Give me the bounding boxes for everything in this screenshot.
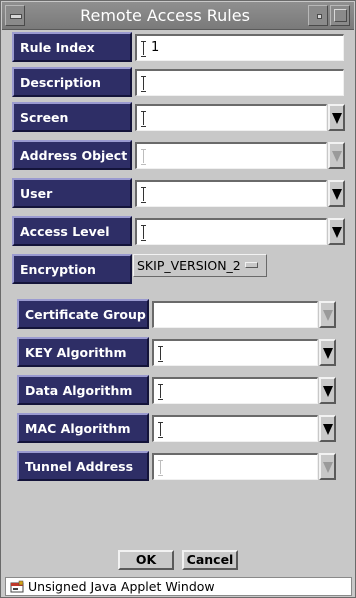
certificate-group-field[interactable] <box>152 301 318 328</box>
mac-algorithm-label: MAC Algorithm <box>17 413 149 443</box>
data-algorithm-field[interactable] <box>152 377 318 404</box>
encryption-option-menu[interactable]: SKIP_VERSION_2 <box>133 254 267 277</box>
mac-algorithm-row: MAC Algorithm <box>17 413 337 443</box>
chevron-down-icon <box>323 310 333 321</box>
certificate-group-dropdown-button[interactable] <box>319 301 336 328</box>
encryption-label: Encryption <box>12 254 132 284</box>
encryption-selected-value: SKIP_VERSION_2 <box>137 258 241 273</box>
applet-status-bar: Unsigned Java Applet Window <box>5 577 352 596</box>
option-menu-indicator-icon <box>245 262 258 268</box>
data-algorithm-dropdown-button[interactable] <box>319 377 336 404</box>
certificate-group-label: Certificate Group <box>17 299 149 329</box>
address-object-field[interactable] <box>135 142 327 169</box>
tunnel-address-dropdown-button[interactable] <box>319 453 336 480</box>
ok-button[interactable]: OK <box>118 550 174 570</box>
title-bar[interactable]: Remote Access Rules <box>2 2 354 30</box>
access-level-label: Access Level <box>12 216 132 246</box>
key-algorithm-field[interactable] <box>152 339 318 366</box>
tunnel-address-label: Tunnel Address <box>17 451 149 481</box>
text-cursor-icon <box>158 422 163 438</box>
rule-index-field[interactable]: 1 <box>135 34 344 61</box>
minimize-button[interactable] <box>308 5 328 26</box>
chevron-down-icon <box>323 462 333 473</box>
cancel-button[interactable]: Cancel <box>182 550 238 570</box>
maximize-button[interactable] <box>330 5 350 26</box>
description-row: Description <box>12 67 346 97</box>
rule-index-label: Rule Index <box>12 32 132 62</box>
key-algorithm-row: KEY Algorithm <box>17 337 337 367</box>
rule-index-row: Rule Index 1 <box>12 32 346 62</box>
user-label: User <box>12 178 132 208</box>
access-level-dropdown-button[interactable] <box>328 218 345 245</box>
chevron-down-icon <box>332 113 342 124</box>
description-label: Description <box>12 67 132 97</box>
chevron-down-icon <box>323 386 333 397</box>
text-cursor-icon <box>141 187 146 203</box>
chevron-down-icon <box>323 424 333 435</box>
text-cursor-icon <box>158 346 163 362</box>
text-cursor-icon <box>141 149 146 165</box>
user-dropdown-button[interactable] <box>328 180 345 207</box>
screen-dropdown-button[interactable] <box>328 104 345 131</box>
applet-status-text: Unsigned Java Applet Window <box>28 579 215 594</box>
screen-field[interactable] <box>135 104 327 131</box>
text-cursor-icon <box>141 225 146 241</box>
key-algorithm-dropdown-button[interactable] <box>319 339 336 366</box>
data-algorithm-row: Data Algorithm <box>17 375 337 405</box>
user-row: User <box>12 178 346 208</box>
text-cursor-icon <box>158 460 163 476</box>
data-algorithm-label: Data Algorithm <box>17 375 149 405</box>
address-object-row: Address Object <box>12 140 346 170</box>
address-object-dropdown-button[interactable] <box>328 142 345 169</box>
mac-algorithm-field[interactable] <box>152 415 318 442</box>
access-level-field[interactable] <box>135 218 327 245</box>
certificate-group-row: Certificate Group <box>17 299 337 329</box>
rule-index-value: 1 <box>151 40 160 55</box>
encryption-row: Encryption <box>12 254 132 284</box>
chevron-down-icon <box>332 189 342 200</box>
tunnel-address-field[interactable] <box>152 453 318 480</box>
access-level-row: Access Level <box>12 216 346 246</box>
remote-access-rules-window: Remote Access Rules Rule Index 1 Descrip… <box>0 0 356 598</box>
key-algorithm-label: KEY Algorithm <box>17 337 149 367</box>
user-field[interactable] <box>135 180 327 207</box>
description-field[interactable] <box>135 69 344 96</box>
chevron-down-icon <box>332 151 342 162</box>
window-title: Remote Access Rules <box>80 6 250 25</box>
text-cursor-icon <box>141 76 146 92</box>
text-cursor-icon <box>141 111 146 127</box>
mac-algorithm-dropdown-button[interactable] <box>319 415 336 442</box>
chevron-down-icon <box>332 227 342 238</box>
window-menu-button[interactable] <box>5 5 25 26</box>
text-cursor-icon <box>158 384 163 400</box>
screen-row: Screen <box>12 102 346 132</box>
address-object-label: Address Object <box>12 140 132 170</box>
java-applet-icon <box>10 580 24 593</box>
chevron-down-icon <box>323 348 333 359</box>
tunnel-address-row: Tunnel Address <box>17 451 337 481</box>
text-cursor-icon <box>141 41 146 57</box>
screen-label: Screen <box>12 102 132 132</box>
